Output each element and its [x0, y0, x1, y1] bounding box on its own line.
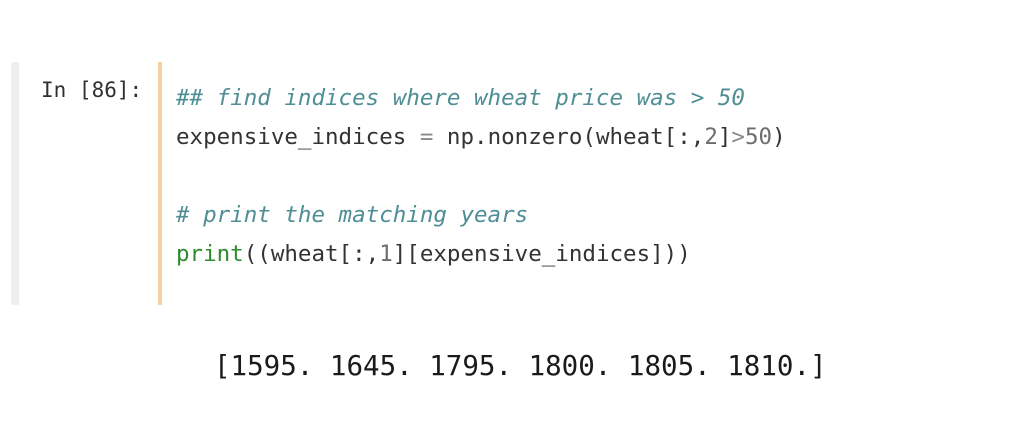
- code-token-plain: ((wheat[:,: [243, 241, 380, 267]
- code-token-plain: expensive_indices: [176, 124, 407, 150]
- code-token-plain: ]: [717, 124, 732, 150]
- cell-collapse-bar[interactable]: [11, 62, 19, 305]
- code-token-plain: np.nonzero(wheat[:,: [433, 124, 705, 150]
- code-token-op: >: [731, 124, 745, 150]
- code-token-op: =: [419, 124, 434, 150]
- input-prompt: In [86]:: [41, 78, 143, 102]
- code-token-num: 1: [379, 241, 393, 267]
- code-token-num: 50: [744, 124, 773, 150]
- code-line: print((wheat[:,1][expensive_indices])): [176, 235, 786, 274]
- code-line: # print the matching years: [176, 196, 786, 235]
- cell-output: [1595. 1645. 1795. 1800. 1805. 1810.]: [214, 350, 827, 382]
- code-cell[interactable]: In [86]: ## find indices where wheat pri…: [11, 62, 1011, 305]
- code-line: ## find indices where wheat price was > …: [176, 79, 786, 118]
- code-editor[interactable]: ## find indices where wheat price was > …: [176, 79, 786, 274]
- code-token-num: 2: [704, 124, 718, 150]
- code-token-plain: ): [772, 124, 786, 150]
- code-token-plain: ][expensive_indices])): [392, 241, 691, 267]
- code-token-comment: # print the matching years: [176, 202, 529, 228]
- code-token-comment: ## find indices where wheat price was > …: [176, 85, 745, 111]
- code-token-builtin: print: [176, 241, 244, 267]
- code-line: expensive_indices = np.nonzero(wheat[:,2…: [176, 118, 786, 157]
- cell-edit-indicator: [158, 62, 162, 305]
